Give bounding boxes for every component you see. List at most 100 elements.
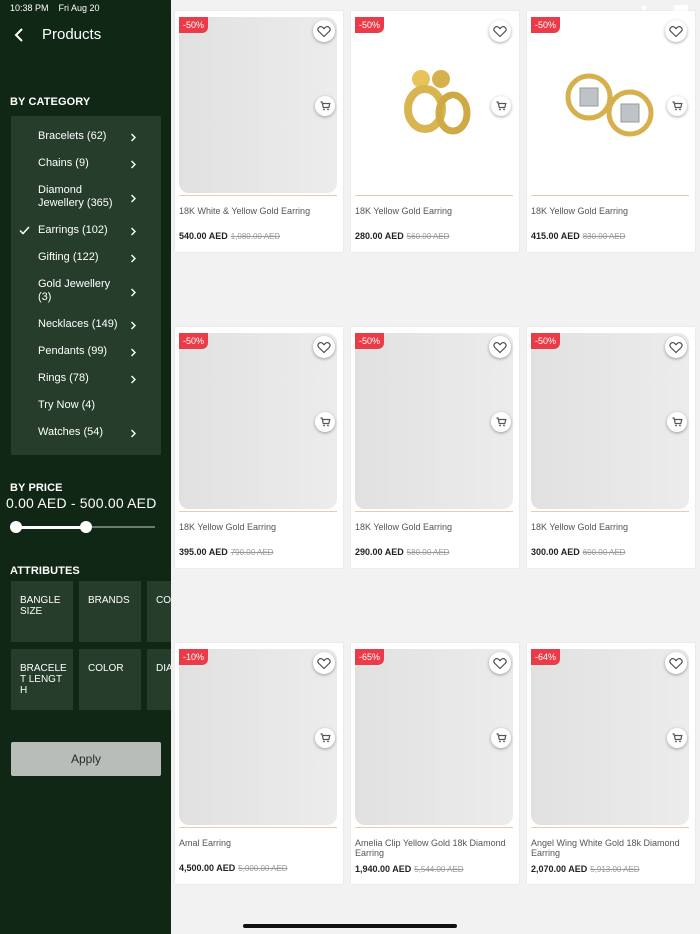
- product-old-price: 5,000.00 AED: [238, 864, 288, 873]
- chevron-right-icon: [131, 375, 136, 384]
- wishlist-heart-icon[interactable]: [489, 652, 511, 674]
- category-heading: BY CATEGORY: [10, 96, 91, 108]
- product-name: 18K Yellow Gold Earring: [531, 522, 629, 532]
- product-card[interactable]: -50% 18K Yellow Gold Earring 280.00 AED 560…: [351, 11, 519, 252]
- category-item[interactable]: Necklaces (149): [11, 318, 161, 331]
- add-to-cart-icon[interactable]: [667, 96, 687, 116]
- category-item[interactable]: Pendants (99): [11, 345, 161, 358]
- attribute-label: BANGLE SIZE: [20, 595, 61, 617]
- divider: [355, 827, 513, 828]
- chevron-right-icon: [131, 321, 136, 330]
- category-item[interactable]: Chains (9): [11, 157, 161, 170]
- category-item[interactable]: Watches (54): [11, 426, 161, 439]
- attribute-bangle-size[interactable]: BANGLE SIZE: [11, 581, 73, 642]
- divider: [179, 195, 337, 196]
- discount-badge: -50%: [179, 17, 209, 33]
- attribute-diad[interactable]: DIAD: [147, 649, 171, 710]
- product-image[interactable]: [531, 17, 689, 193]
- add-to-cart-icon[interactable]: [315, 96, 335, 116]
- product-name: 18K Yellow Gold Earring: [355, 206, 453, 216]
- wishlist-heart-icon[interactable]: [313, 336, 335, 358]
- wishlist-heart-icon[interactable]: [665, 336, 687, 358]
- product-card[interactable]: -10% Amal Earring 4,500.00 AED 5,000.00 AED: [175, 643, 343, 884]
- product-image[interactable]: [179, 333, 337, 509]
- check-icon: [19, 226, 30, 235]
- product-old-price: 830.00 AED: [582, 232, 626, 241]
- attribute-bracelet-length[interactable]: BRACELET LENGTH: [11, 649, 73, 710]
- add-to-cart-icon[interactable]: [315, 728, 335, 748]
- discount-badge: -50%: [355, 17, 385, 33]
- category-label: Try Now (4): [38, 399, 96, 411]
- category-item[interactable]: Rings (78): [11, 372, 161, 385]
- wishlist-heart-icon[interactable]: [489, 336, 511, 358]
- add-to-cart-icon[interactable]: [667, 412, 687, 432]
- add-to-cart-icon[interactable]: [667, 728, 687, 748]
- add-to-cart-icon[interactable]: [491, 728, 511, 748]
- product-card[interactable]: -50% 18K Yellow Gold Earring 300.00 AED 600…: [527, 327, 695, 568]
- product-image[interactable]: [355, 649, 513, 825]
- product-image[interactable]: [355, 17, 513, 193]
- discount-badge: -50%: [355, 333, 385, 349]
- wishlist-heart-icon[interactable]: [313, 652, 335, 674]
- wishlist-heart-icon[interactable]: [489, 20, 511, 42]
- earring-image: [404, 70, 471, 135]
- wishlist-heart-icon[interactable]: [665, 20, 687, 42]
- product-card[interactable]: -50% 18K Yellow Gold Earring 395.00 AED 790…: [175, 327, 343, 568]
- attributes-heading: ATTRIBUTES: [10, 565, 80, 577]
- status-bar-left: 10:38 PM Fri Aug 20: [10, 3, 110, 13]
- add-to-cart-icon[interactable]: [315, 412, 335, 432]
- attribute-label: DIAD: [156, 663, 171, 674]
- price-range-value: 0.00 AED - 500.00 AED: [6, 495, 157, 511]
- product-image[interactable]: [355, 333, 513, 509]
- attribute-cold[interactable]: COLD: [147, 581, 171, 642]
- chevron-right-icon: [131, 133, 136, 142]
- product-card[interactable]: -50% 18K Yellow Gold Earring 415.00 AED 830…: [527, 11, 695, 252]
- product-old-price: 560.00 AED: [406, 232, 450, 241]
- price-slider-max-thumb[interactable]: [80, 521, 92, 533]
- product-price: 540.00 AED: [179, 231, 228, 241]
- product-card[interactable]: -50% 18K White & Yellow Gold Earring 540.0…: [175, 11, 343, 252]
- category-item[interactable]: Gold Jewellery (3): [11, 278, 161, 304]
- discount-badge: -65%: [355, 649, 385, 665]
- discount-badge: -10%: [179, 649, 209, 665]
- product-price-row: 290.00 AED 580.00 AED: [355, 547, 449, 557]
- product-image[interactable]: [179, 17, 337, 193]
- discount-badge: -50%: [531, 333, 561, 349]
- product-price: 290.00 AED: [355, 547, 404, 557]
- apply-button[interactable]: Apply: [11, 742, 161, 776]
- category-item[interactable]: Try Now (4): [11, 399, 161, 412]
- wishlist-heart-icon[interactable]: [313, 20, 335, 42]
- product-image[interactable]: [531, 649, 689, 825]
- status-time: 10:38 PM: [10, 3, 49, 13]
- price-slider-min-thumb[interactable]: [10, 521, 22, 533]
- product-card[interactable]: -64% Angel Wing White Gold 18k Diamond Ea…: [527, 643, 695, 884]
- product-name: Angel Wing White Gold 18k Diamond Earrin…: [531, 838, 680, 858]
- chevron-right-icon: [131, 348, 136, 357]
- divider: [355, 195, 513, 196]
- product-name: 18K White & Yellow Gold Earring: [179, 206, 311, 216]
- add-to-cart-icon[interactable]: [491, 96, 511, 116]
- category-list: Bracelets (62) Chains (9) Diamond Jeweller…: [11, 116, 161, 455]
- product-old-price: 1,080.00 AED: [230, 232, 281, 241]
- product-name: 18K Yellow Gold Earring: [531, 206, 629, 216]
- back-arrow-icon[interactable]: [12, 27, 26, 43]
- product-card[interactable]: -65% Amelia Clip Yellow Gold 18k Diamond …: [351, 643, 519, 884]
- home-indicator: [243, 924, 457, 928]
- product-card[interactable]: -50% 18K Yellow Gold Earring 290.00 AED 580…: [351, 327, 519, 568]
- product-image[interactable]: [531, 333, 689, 509]
- product-price: 395.00 AED: [179, 547, 228, 557]
- product-image[interactable]: [179, 649, 337, 825]
- wishlist-heart-icon[interactable]: [665, 652, 687, 674]
- add-to-cart-icon[interactable]: [491, 412, 511, 432]
- category-item[interactable]: Bracelets (62): [11, 130, 161, 143]
- attribute-brands[interactable]: BRANDS: [79, 581, 141, 642]
- category-item[interactable]: Gifting (122): [11, 251, 161, 264]
- product-price-row: 4,500.00 AED 5,000.00 AED: [179, 863, 288, 873]
- attribute-color[interactable]: COLOR: [79, 649, 141, 710]
- product-name: 18K Yellow Gold Earring: [355, 522, 453, 532]
- category-item[interactable]: Diamond Jewellery (365): [11, 184, 161, 210]
- product-price-row: 540.00 AED 1,080.00 AED: [179, 231, 280, 241]
- divider: [531, 827, 689, 828]
- category-item[interactable]: Earrings (102): [11, 224, 161, 237]
- chevron-right-icon: [131, 254, 136, 263]
